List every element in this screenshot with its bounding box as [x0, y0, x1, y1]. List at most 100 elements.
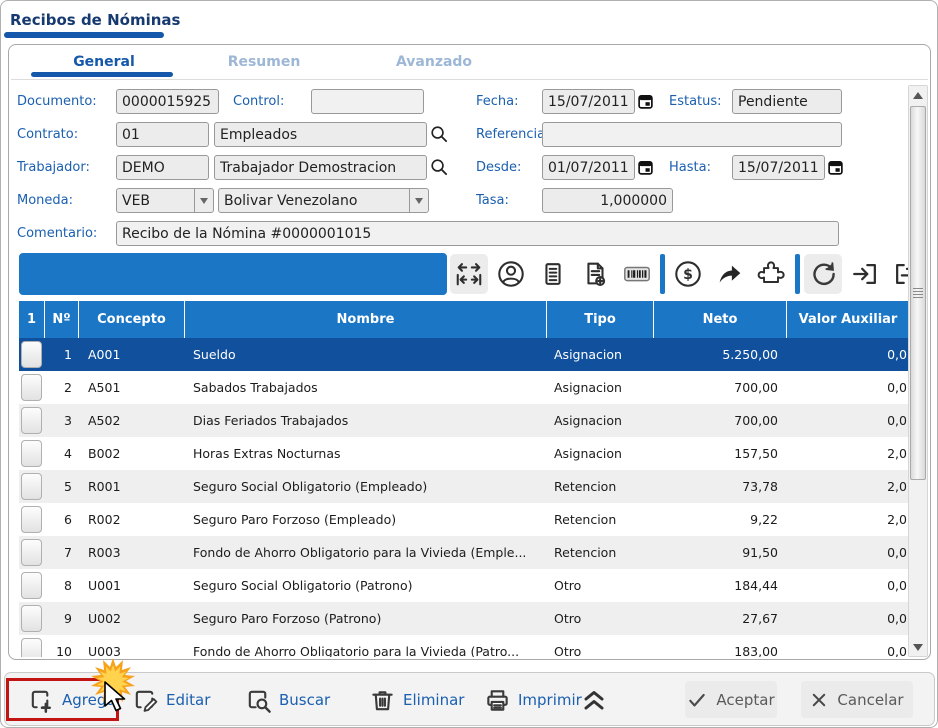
fit-columns-icon[interactable]: [450, 254, 488, 294]
imprimir-button[interactable]: Imprimir: [484, 673, 582, 727]
row-selector-button[interactable]: [21, 638, 42, 657]
cell-neto: 700,00: [653, 371, 786, 404]
add-concept-icon[interactable]: [576, 254, 614, 294]
table-row[interactable]: 1 A001 Sueldo Asignacion 5.250,00 0,0: [19, 338, 909, 371]
plugins-icon[interactable]: [753, 254, 791, 294]
trabajador-search-icon[interactable]: [428, 155, 450, 179]
scrollbar-thumb[interactable]: [910, 106, 926, 480]
currency-icon[interactable]: $: [669, 254, 707, 294]
table-row[interactable]: 9 U002 Seguro Paro Forzoso (Patrono) Otr…: [19, 602, 909, 635]
table-row[interactable]: 3 A502 Dias Feriados Trabajados Asignaci…: [19, 404, 909, 437]
tab-avanzado[interactable]: Avanzado: [359, 51, 509, 73]
agregar-button[interactable]: Agregar: [28, 673, 122, 727]
scroll-down-icon[interactable]: [909, 638, 927, 656]
cell-tipo: Otro: [546, 569, 653, 602]
table-row[interactable]: 5 R001 Seguro Social Obligatorio (Emplea…: [19, 470, 909, 503]
cell-nombre: Sueldo: [184, 338, 546, 371]
column-header-concepto[interactable]: Concepto: [78, 301, 184, 338]
cell-concepto: A501: [78, 371, 184, 404]
send-icon[interactable]: [711, 254, 749, 294]
table-row[interactable]: 4 B002 Horas Extras Nocturnas Asignacion…: [19, 437, 909, 470]
desde-field[interactable]: [542, 155, 635, 180]
table-row[interactable]: 10 U003 Fondo de Ahorro Obligatorio para…: [19, 635, 909, 657]
cancelar-button[interactable]: Cancelar: [801, 681, 913, 718]
action-bar: Agregar Editar Buscar Eliminar Imprimir …: [4, 672, 935, 726]
row-selector-button[interactable]: [21, 572, 42, 599]
moneda-name-dropdown-icon[interactable]: [409, 189, 428, 212]
refresh-icon[interactable]: [804, 254, 842, 294]
trabajador-name-field[interactable]: [214, 155, 427, 180]
collapse-chevrons-icon[interactable]: [579, 687, 609, 713]
moneda-code-value: VEB: [117, 193, 194, 209]
search-icon: [245, 687, 272, 714]
row-selector-button[interactable]: [21, 440, 42, 467]
column-header-tipo[interactable]: Tipo: [546, 301, 653, 338]
editar-button[interactable]: Editar: [132, 673, 210, 727]
hasta-calendar-icon[interactable]: [825, 156, 845, 178]
barcode-icon[interactable]: [618, 254, 656, 294]
cell-valor-auxiliar: 0,0: [786, 404, 909, 437]
printer-icon: [484, 687, 511, 714]
row-selector-button[interactable]: [21, 407, 42, 434]
tab-resumen[interactable]: Resumen: [189, 51, 339, 73]
cell-num: 7: [44, 536, 78, 569]
trabajador-code-field[interactable]: [116, 155, 209, 180]
row-selector-button[interactable]: [21, 605, 42, 632]
moneda-code-dropdown-icon[interactable]: [194, 189, 213, 212]
row-selector-button[interactable]: [21, 473, 42, 500]
row-selector-button[interactable]: [21, 341, 42, 368]
moneda-code-select[interactable]: VEB: [116, 188, 214, 213]
cell-num: 10: [44, 635, 78, 657]
hasta-field[interactable]: [732, 155, 825, 180]
cell-nombre: Seguro Social Obligatorio (Patrono): [184, 569, 546, 602]
cell-neto: 184,44: [653, 569, 786, 602]
svg-text:$: $: [683, 267, 693, 283]
recibos-window: Recibos de Nóminas General Resumen Avanz…: [0, 0, 938, 728]
column-header-neto[interactable]: Neto: [653, 301, 786, 338]
control-field[interactable]: [311, 89, 424, 114]
buscar-button[interactable]: Buscar: [245, 673, 330, 727]
moneda-label: Moneda:: [17, 188, 73, 213]
comentario-field[interactable]: [116, 221, 839, 246]
row-selector-button[interactable]: [21, 539, 42, 566]
scroll-up-icon[interactable]: [909, 86, 927, 104]
concept-list-icon[interactable]: [534, 254, 572, 294]
aceptar-button[interactable]: Aceptar: [685, 681, 777, 718]
tab-general[interactable]: General: [29, 51, 179, 73]
import-icon[interactable]: [846, 254, 884, 294]
toolbar-blue-bar: [19, 253, 447, 295]
estatus-field[interactable]: [732, 89, 842, 114]
cell-valor-auxiliar: 0,0: [786, 338, 909, 371]
column-header-valor-auxiliar[interactable]: Valor Auxiliar: [786, 301, 909, 338]
referencia-field[interactable]: [542, 122, 842, 147]
cell-nombre: Sabados Trabajados: [184, 371, 546, 404]
worker-icon[interactable]: [492, 254, 530, 294]
cell-num: 2: [44, 371, 78, 404]
column-header-sel[interactable]: 1: [19, 301, 44, 338]
cell-tipo: Retencion: [546, 503, 653, 536]
cell-nombre: Seguro Social Obligatorio (Empleado): [184, 470, 546, 503]
table-row[interactable]: 8 U001 Seguro Social Obligatorio (Patron…: [19, 569, 909, 602]
vertical-scrollbar[interactable]: [908, 85, 928, 657]
contrato-name-field[interactable]: [214, 122, 427, 147]
row-selector-button[interactable]: [21, 374, 42, 401]
desde-calendar-icon[interactable]: [635, 156, 655, 178]
tasa-field[interactable]: [542, 188, 673, 213]
cell-concepto: U002: [78, 602, 184, 635]
contrato-search-icon[interactable]: [428, 122, 450, 146]
cell-neto: 73,78: [653, 470, 786, 503]
documento-field[interactable]: [116, 89, 219, 114]
moneda-name-select[interactable]: Bolivar Venezolano: [218, 188, 429, 213]
table-row[interactable]: 2 A501 Sabados Trabajados Asignacion 700…: [19, 371, 909, 404]
fecha-calendar-icon[interactable]: [635, 90, 655, 112]
eliminar-button[interactable]: Eliminar: [369, 673, 464, 727]
column-header-num[interactable]: Nº: [44, 301, 78, 338]
column-header-nombre[interactable]: Nombre: [184, 301, 546, 338]
cell-neto: 27,67: [653, 602, 786, 635]
table-row[interactable]: 6 R002 Seguro Paro Forzoso (Empleado) Re…: [19, 503, 909, 536]
table-row[interactable]: 7 R003 Fondo de Ahorro Obligatorio para …: [19, 536, 909, 569]
cell-concepto: A001: [78, 338, 184, 371]
row-selector-button[interactable]: [21, 506, 42, 533]
contrato-code-field[interactable]: [116, 122, 209, 147]
fecha-field[interactable]: [542, 89, 635, 114]
